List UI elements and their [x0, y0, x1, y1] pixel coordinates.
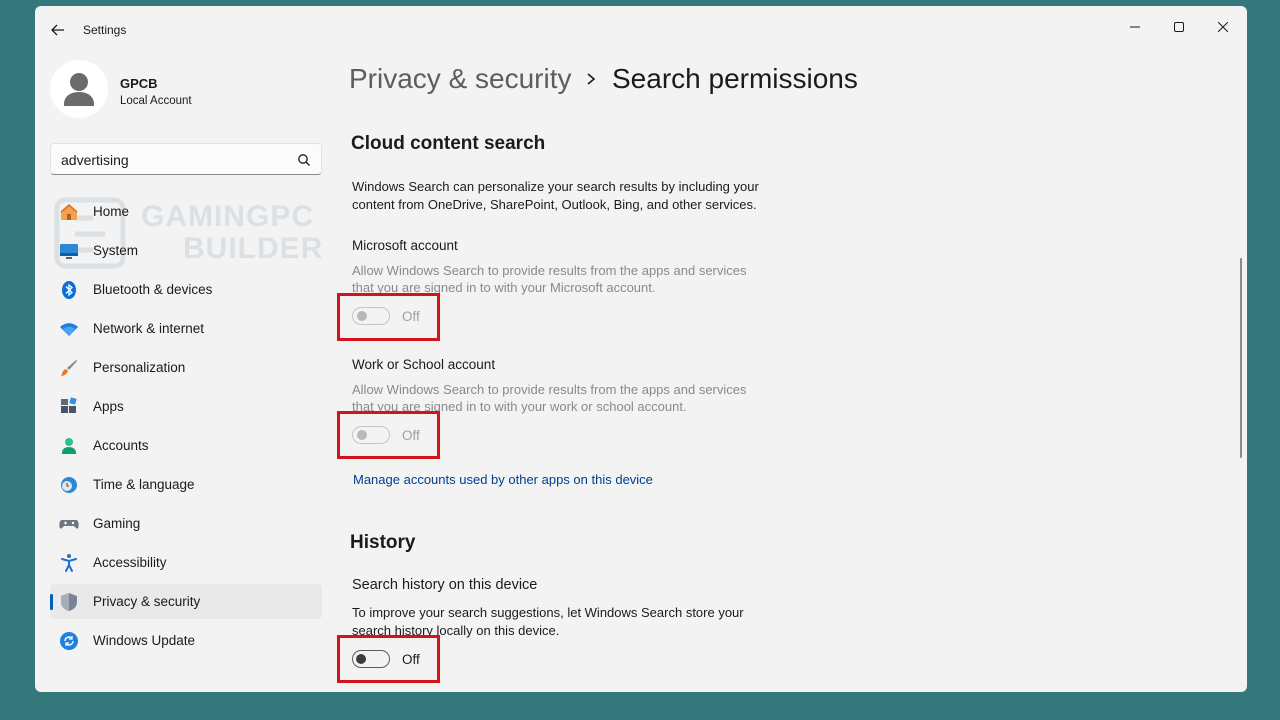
shield-icon: [61, 593, 77, 611]
history-section-title: History: [350, 532, 416, 553]
sidebar-item-system[interactable]: System: [50, 233, 322, 268]
sidebar-item-label: Home: [93, 204, 130, 219]
sidebar-item-label: Privacy & security: [93, 594, 201, 609]
maximize-icon: [1174, 22, 1184, 32]
sidebar-item-privacy-security[interactable]: Privacy & security: [50, 584, 322, 619]
sidebar-item-label: Gaming: [93, 516, 141, 531]
back-arrow-icon: [51, 24, 64, 36]
app-title: Settings: [83, 23, 127, 37]
search-value: advertising: [61, 152, 129, 168]
manage-accounts-link[interactable]: Manage accounts used by other apps on th…: [353, 472, 653, 487]
account-type: Local Account: [120, 95, 192, 107]
globe-clock-icon: [61, 477, 77, 493]
sidebar-item-bluetooth[interactable]: Bluetooth & devices: [50, 272, 322, 307]
sidebar-item-network[interactable]: Network & internet: [50, 311, 322, 346]
sidebar-item-personalization[interactable]: Personalization: [50, 350, 322, 385]
minimize-icon: [1130, 26, 1140, 28]
sidebar-item-label: Bluetooth & devices: [93, 282, 213, 297]
highlight-box: [337, 293, 440, 341]
sidebar-item-label: Time & language: [93, 477, 195, 492]
sidebar-item-label: Apps: [93, 399, 124, 414]
sidebar-item-time-language[interactable]: Time & language: [50, 467, 322, 502]
highlight-box: [337, 635, 440, 683]
user-avatar-icon: [64, 73, 94, 106]
title-bar: Settings: [35, 6, 1247, 54]
gamepad-icon: [59, 520, 79, 529]
bluetooth-icon: [62, 281, 76, 299]
microsoft-account-label: Microsoft account: [352, 238, 458, 253]
breadcrumb-parent[interactable]: Privacy & security: [349, 63, 572, 95]
scrollbar[interactable]: [1240, 258, 1242, 458]
close-icon: [1218, 22, 1228, 32]
page-title: Search permissions: [612, 63, 858, 94]
minimize-button[interactable]: [1113, 12, 1157, 42]
home-icon: [60, 204, 78, 220]
search-history-desc-line1: To improve your search suggestions, let …: [352, 605, 744, 620]
cloud-description-line1: Windows Search can personalize your sear…: [352, 179, 759, 194]
cloud-section-title: Cloud content search: [351, 133, 546, 154]
sidebar-item-accessibility[interactable]: Accessibility: [50, 545, 322, 580]
microsoft-account-desc-line1: Allow Windows Search to provide results …: [352, 263, 747, 278]
search-icon[interactable]: [297, 153, 311, 167]
settings-window: Settings GPCB Local Account advertising: [35, 6, 1247, 692]
sidebar-item-windows-update[interactable]: Windows Update: [50, 623, 322, 658]
search-input[interactable]: advertising: [50, 143, 322, 175]
sidebar-item-label: Personalization: [93, 360, 186, 375]
sidebar-item-accounts[interactable]: Accounts: [50, 428, 322, 463]
brush-icon: [61, 360, 77, 376]
sidebar-item-label: Network & internet: [93, 321, 205, 336]
cloud-description-line2: content from OneDrive, SharePoint, Outlo…: [352, 197, 757, 212]
sidebar-item-home[interactable]: Home: [50, 194, 322, 229]
sidebar-item-label: Accounts: [93, 438, 149, 453]
search-history-label: Search history on this device: [352, 577, 538, 593]
selection-indicator: [50, 594, 53, 610]
user-name: GPCB: [120, 76, 158, 91]
apps-icon: [61, 397, 77, 413]
sidebar-item-label: Windows Update: [93, 633, 196, 648]
wifi-icon: [60, 323, 78, 336]
sidebar-item-gaming[interactable]: Gaming: [50, 506, 322, 541]
avatar[interactable]: [50, 60, 108, 118]
work-account-label: Work or School account: [352, 357, 496, 372]
accessibility-icon: [61, 554, 77, 572]
sidebar-item-apps[interactable]: Apps: [50, 389, 322, 424]
update-icon: [60, 632, 78, 650]
monitor-icon: [60, 244, 78, 259]
work-account-desc-line1: Allow Windows Search to provide results …: [352, 382, 747, 397]
sidebar-item-label: Accessibility: [93, 555, 167, 570]
highlight-box: [337, 411, 440, 459]
sidebar-nav: Home System Bluetooth & devices Network …: [50, 194, 322, 662]
person-icon: [62, 438, 76, 454]
maximize-button[interactable]: [1157, 12, 1201, 42]
sidebar-item-label: System: [93, 243, 139, 258]
close-button[interactable]: [1201, 12, 1245, 42]
back-button[interactable]: [45, 18, 71, 42]
chevron-right-icon: [587, 73, 596, 85]
